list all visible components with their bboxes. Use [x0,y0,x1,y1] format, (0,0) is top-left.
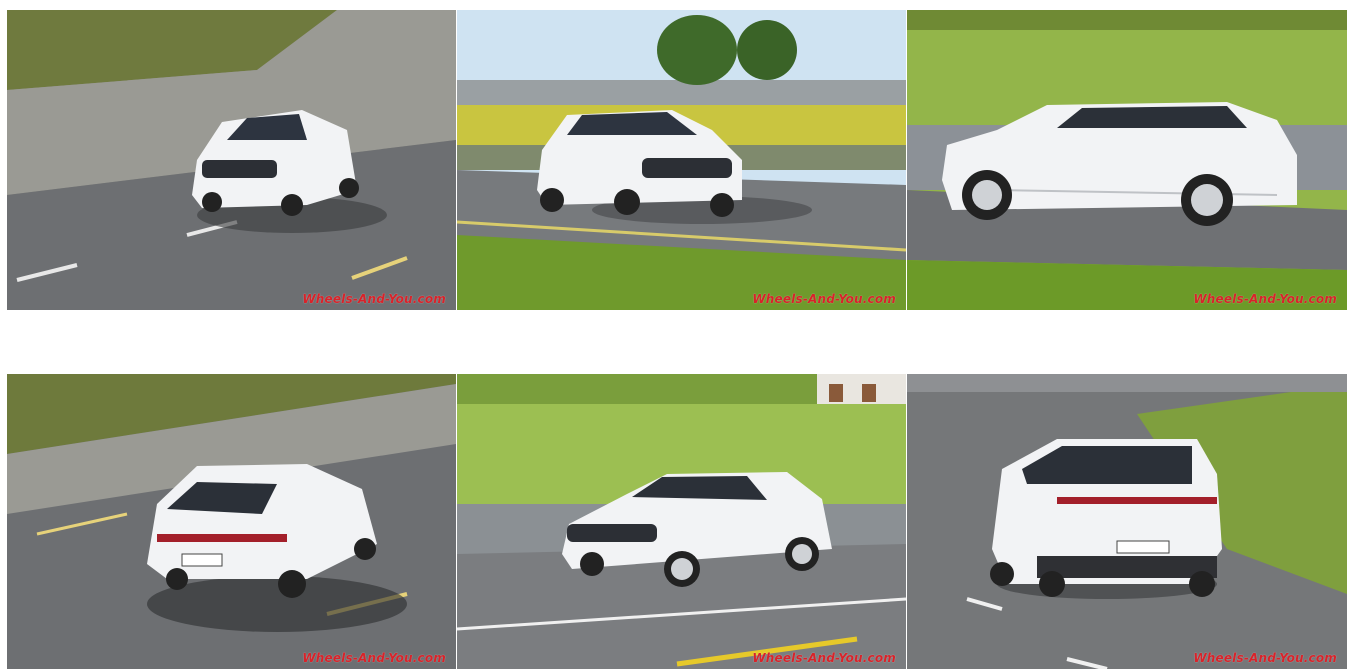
photo-4[interactable]: Wheels-And-You.com [7,374,456,669]
photo-1-watermark: Wheels-And-You.com [302,292,446,306]
photo-4-watermark: Wheels-And-You.com [302,651,446,665]
photo-2-watermark: Wheels-And-You.com [752,292,896,306]
photo-5-image [457,374,906,669]
photo-5-watermark: Wheels-And-You.com [752,651,896,665]
photo-4-image [7,374,456,669]
photo-1-image [7,10,456,310]
photo-1[interactable]: Wheels-And-You.com [7,10,456,310]
photo-5[interactable]: Wheels-And-You.com [457,374,906,669]
photo-2[interactable]: Wheels-And-You.com [457,10,906,310]
photo-3[interactable]: Wheels-And-You.com [907,10,1347,310]
photo-6[interactable]: Wheels-And-You.com [907,374,1347,669]
photo-6-watermark: Wheels-And-You.com [1193,651,1337,665]
photo-2-image [457,10,906,310]
photo-6-image [907,374,1347,669]
photo-3-image [907,10,1347,310]
photo-3-watermark: Wheels-And-You.com [1193,292,1337,306]
